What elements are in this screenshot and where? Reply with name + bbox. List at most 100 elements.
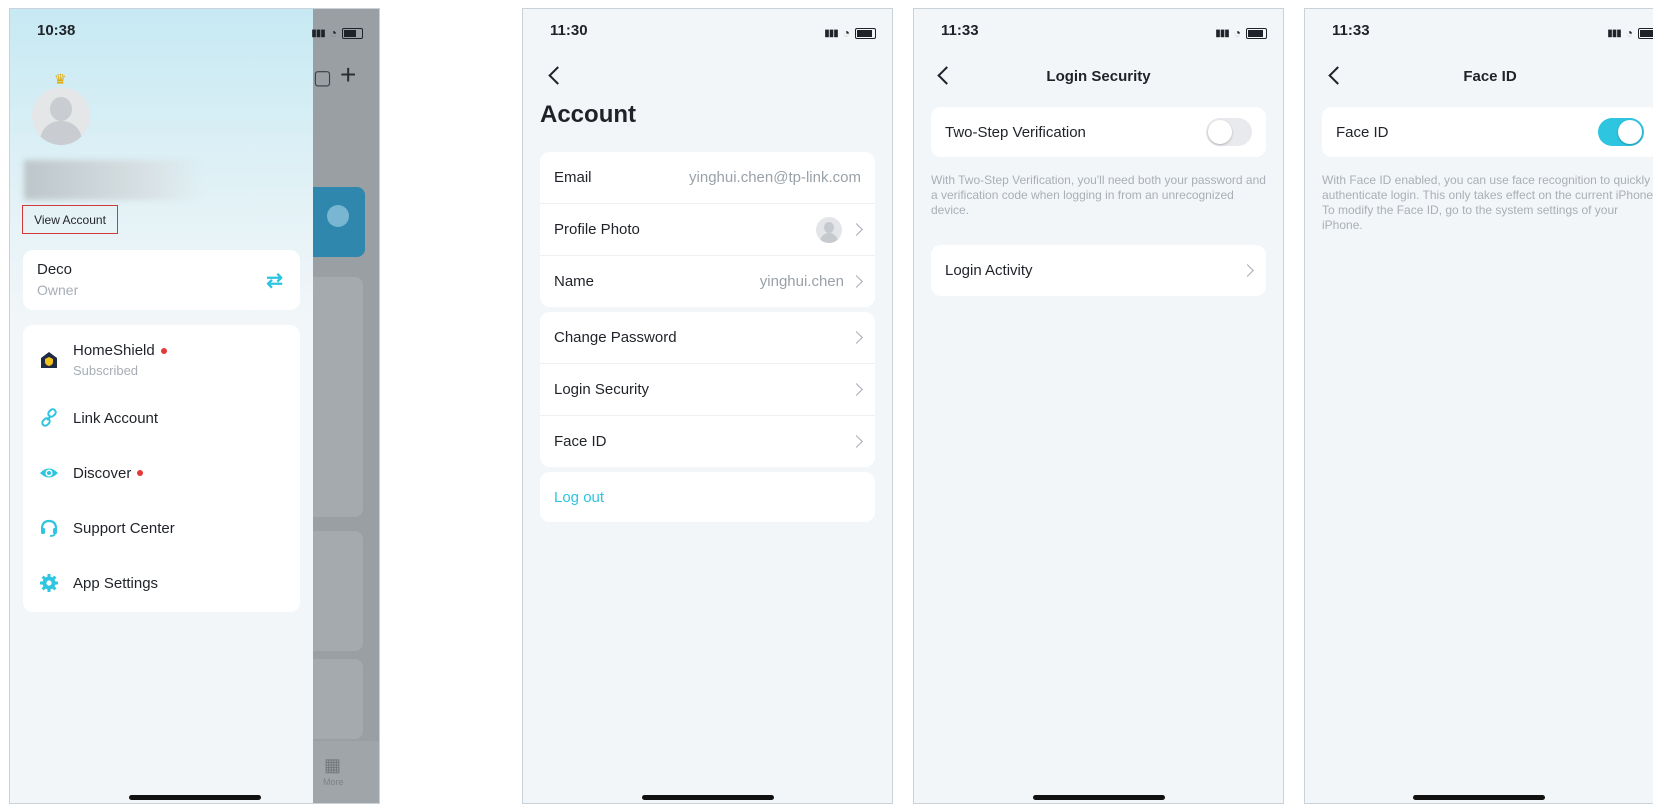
- switch-arrows-icon[interactable]: ⇄: [266, 268, 283, 293]
- homeshield-sub: Subscribed: [73, 363, 139, 378]
- more-tab-label: More: [323, 777, 344, 787]
- cellular-signal-icon: ▮▮▮: [1607, 27, 1621, 39]
- phone-screen-drawer: ▢ + ▦ More 10:38 ♛ View Account Deco Own…: [9, 8, 380, 804]
- bg-card: [313, 659, 363, 739]
- chevron-right-icon: [850, 383, 863, 396]
- face-id-card: Face ID: [1322, 107, 1653, 157]
- link-account-label: Link Account: [73, 409, 159, 427]
- phone-screen-face-id: 11:33 ▮▮▮ ◔ Face ID Face ID With Face ID…: [1304, 8, 1653, 804]
- two-step-row: Two-Step Verification: [931, 107, 1266, 157]
- eye-icon: [37, 461, 61, 485]
- bg-card: [313, 277, 363, 517]
- page-title: Account: [540, 101, 636, 128]
- profile-photo-thumb: [816, 216, 842, 243]
- home-indicator[interactable]: [1032, 795, 1165, 800]
- profile-photo-row[interactable]: Profile Photo: [540, 204, 875, 256]
- new-badge-dot: [160, 347, 167, 354]
- blurred-username: [24, 160, 202, 200]
- status-time: 11:33: [1332, 22, 1370, 39]
- two-step-description: With Two-Step Verification, you'll need …: [931, 173, 1266, 217]
- new-badge-dot: [137, 470, 144, 476]
- add-icon: +: [340, 59, 357, 90]
- account-security-card: Change Password Login Security Face ID: [540, 312, 875, 467]
- phone-screen-login-security: 11:33 ▮▮▮ ◔ Login Security Two-Step Veri…: [913, 8, 1284, 804]
- toggle-knob: [1208, 120, 1232, 144]
- bg-tabbar: ▦ More: [313, 741, 379, 803]
- phone-screen-account: 11:30 ▮▮▮ ◔ Account Email yinghui.chen@t…: [522, 8, 893, 804]
- deco-owner-card[interactable]: Deco Owner ⇄: [23, 250, 300, 310]
- home-indicator[interactable]: [1413, 795, 1545, 800]
- status-icons: ▮▮▮ ◔: [311, 26, 363, 40]
- email-label: Email: [554, 169, 592, 186]
- login-activity-row[interactable]: Login Activity: [931, 245, 1266, 296]
- status-time: 11:30: [550, 22, 588, 39]
- name-row[interactable]: Name yinghui.chen: [540, 256, 875, 307]
- avatar[interactable]: [32, 87, 90, 145]
- chevron-right-icon: [850, 435, 863, 448]
- more-tab-icon: ▦: [324, 755, 342, 775]
- name-value: yinghui.chen: [759, 273, 844, 290]
- crown-icon: ♛: [54, 71, 67, 87]
- face-id-toggle-row: Face ID: [1322, 107, 1653, 157]
- support-center-label: Support Center: [73, 519, 175, 537]
- bg-blue-tile: [313, 187, 365, 257]
- status-time: 11:33: [941, 22, 979, 39]
- status-icons: ▮▮▮ ◔: [1215, 26, 1267, 40]
- change-password-label: Change Password: [554, 329, 677, 346]
- email-row[interactable]: Email yinghui.chen@tp-link.com: [540, 152, 875, 204]
- logout-card[interactable]: Log out: [540, 472, 875, 522]
- change-password-row[interactable]: Change Password: [540, 312, 875, 364]
- deco-role: Owner: [37, 282, 79, 298]
- menu-item-discover[interactable]: Discover: [37, 450, 286, 496]
- menu-item-app-settings[interactable]: App Settings: [37, 560, 286, 606]
- status-bar: 11:30 ▮▮▮ ◔: [523, 22, 892, 46]
- cellular-signal-icon: ▮▮▮: [824, 27, 838, 39]
- chevron-right-icon: [850, 331, 863, 344]
- deco-title: Deco: [37, 261, 73, 278]
- wifi-icon: ◔: [1233, 26, 1241, 40]
- view-account-label: View Account: [34, 212, 106, 227]
- bg-card: [313, 531, 363, 651]
- menu-item-homeshield[interactable]: HomeShield Subscribed: [37, 337, 286, 383]
- profile-photo-label: Profile Photo: [554, 221, 640, 238]
- avatar-head: [50, 97, 72, 121]
- wifi-icon: ◔: [842, 26, 850, 40]
- login-security-row[interactable]: Login Security: [540, 364, 875, 416]
- cellular-signal-icon: ▮▮▮: [1215, 27, 1229, 39]
- login-activity-card[interactable]: Login Activity: [931, 245, 1266, 296]
- login-activity-label: Login Activity: [945, 262, 1033, 279]
- cellular-signal-icon: ▮▮▮: [311, 27, 325, 39]
- menu-item-support-center[interactable]: Support Center: [37, 505, 286, 551]
- email-value: yinghui.chen@tp-link.com: [689, 169, 861, 186]
- home-indicator[interactable]: [641, 795, 774, 800]
- app-settings-label: App Settings: [73, 574, 159, 592]
- account-info-card: Email yinghui.chen@tp-link.com Profile P…: [540, 152, 875, 307]
- battery-icon: [1246, 27, 1267, 39]
- status-bar: 11:33 ▮▮▮ ◔: [1305, 22, 1653, 46]
- status-icons: ▮▮▮ ◔: [824, 26, 876, 40]
- home-indicator[interactable]: [128, 795, 261, 800]
- drawer-panel: 10:38 ♛ View Account Deco Owner ⇄ HomeSh…: [10, 9, 313, 803]
- two-step-label: Two-Step Verification: [945, 123, 1086, 141]
- two-step-toggle[interactable]: [1206, 118, 1252, 146]
- battery-icon: [1638, 27, 1653, 39]
- page-title: Face ID: [1463, 68, 1517, 85]
- back-chevron-icon[interactable]: [548, 66, 567, 85]
- login-security-label: Login Security: [554, 381, 650, 398]
- view-account-button[interactable]: View Account: [22, 205, 118, 234]
- face-id-toggle[interactable]: [1598, 118, 1644, 146]
- face-id-row[interactable]: Face ID: [540, 416, 875, 467]
- chevron-right-icon: [850, 275, 863, 288]
- avatar-body: [40, 121, 82, 145]
- battery-icon: [855, 27, 876, 39]
- name-label: Name: [554, 273, 595, 290]
- logout-button[interactable]: Log out: [554, 489, 604, 506]
- homeshield-label: HomeShield: [73, 342, 155, 359]
- status-time: 10:38: [37, 22, 76, 39]
- gear-icon: [37, 571, 61, 595]
- toggle-knob: [1618, 120, 1642, 144]
- headset-icon: [37, 516, 61, 540]
- background-app-overlay[interactable]: ▢ + ▦ More: [313, 9, 379, 803]
- menu-item-link-account[interactable]: Link Account: [37, 395, 286, 441]
- status-bar: 10:38: [10, 22, 313, 46]
